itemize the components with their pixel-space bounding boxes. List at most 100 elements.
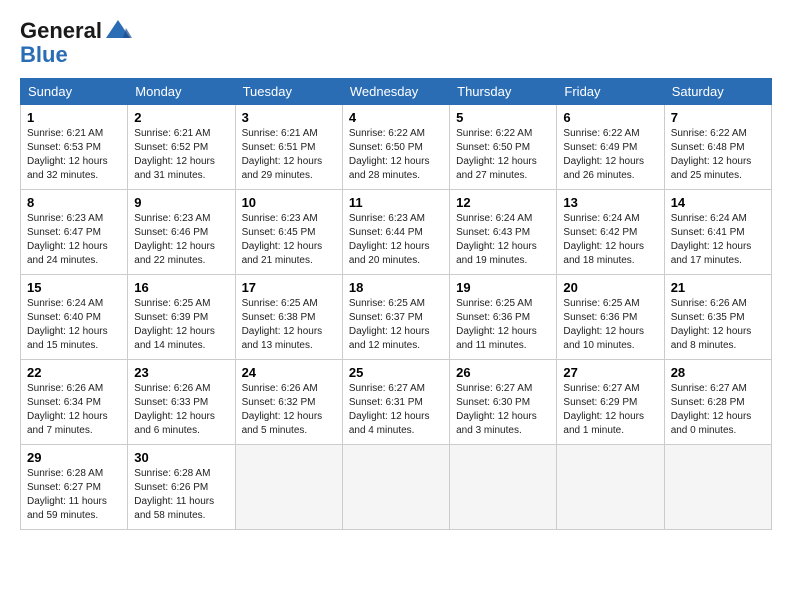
day-info: Sunrise: 6:23 AM Sunset: 6:47 PM Dayligh… bbox=[27, 212, 121, 268]
weekday-header-row: SundayMondayTuesdayWednesdayThursdayFrid… bbox=[21, 79, 772, 105]
day-number: 17 bbox=[242, 280, 336, 295]
day-info: Sunrise: 6:25 AM Sunset: 6:37 PM Dayligh… bbox=[349, 297, 443, 353]
day-number: 25 bbox=[349, 365, 443, 380]
day-info: Sunrise: 6:21 AM Sunset: 6:52 PM Dayligh… bbox=[134, 127, 228, 183]
weekday-header-wednesday: Wednesday bbox=[342, 79, 449, 105]
calendar-cell: 21Sunrise: 6:26 AM Sunset: 6:35 PM Dayli… bbox=[664, 275, 771, 360]
calendar-cell: 27Sunrise: 6:27 AM Sunset: 6:29 PM Dayli… bbox=[557, 360, 664, 445]
day-number: 22 bbox=[27, 365, 121, 380]
weekday-header-tuesday: Tuesday bbox=[235, 79, 342, 105]
calendar-week-row: 29 Sunrise: 6:28 AM Sunset: 6:27 PM Dayli… bbox=[21, 445, 772, 530]
day-number: 3 bbox=[242, 110, 336, 125]
day-info: Sunrise: 6:27 AM Sunset: 6:31 PM Dayligh… bbox=[349, 382, 443, 438]
calendar-cell: 9 Sunrise: 6:23 AM Sunset: 6:46 PM Daylig… bbox=[128, 190, 235, 275]
day-info: Sunrise: 6:24 AM Sunset: 6:42 PM Dayligh… bbox=[563, 212, 657, 268]
day-number: 13 bbox=[563, 195, 657, 210]
day-info: Sunrise: 6:27 AM Sunset: 6:28 PM Dayligh… bbox=[671, 382, 765, 438]
day-number: 8 bbox=[27, 195, 121, 210]
calendar-cell bbox=[664, 445, 771, 530]
day-number: 18 bbox=[349, 280, 443, 295]
calendar-cell bbox=[450, 445, 557, 530]
calendar-week-row: 15Sunrise: 6:24 AM Sunset: 6:40 PM Dayli… bbox=[21, 275, 772, 360]
day-info: Sunrise: 6:23 AM Sunset: 6:44 PM Dayligh… bbox=[349, 212, 443, 268]
calendar-cell: 1 Sunrise: 6:21 AM Sunset: 6:53 PM Daylig… bbox=[21, 105, 128, 190]
calendar-cell: 6 Sunrise: 6:22 AM Sunset: 6:49 PM Daylig… bbox=[557, 105, 664, 190]
calendar-cell: 2Sunrise: 6:21 AM Sunset: 6:52 PM Daylig… bbox=[128, 105, 235, 190]
day-info: Sunrise: 6:22 AM Sunset: 6:50 PM Dayligh… bbox=[456, 127, 550, 183]
calendar-cell: 26Sunrise: 6:27 AM Sunset: 6:30 PM Dayli… bbox=[450, 360, 557, 445]
day-number: 21 bbox=[671, 280, 765, 295]
calendar-cell: 15Sunrise: 6:24 AM Sunset: 6:40 PM Dayli… bbox=[21, 275, 128, 360]
calendar-cell: 12 Sunrise: 6:24 AM Sunset: 6:43 PM Dayli… bbox=[450, 190, 557, 275]
day-info: Sunrise: 6:22 AM Sunset: 6:49 PM Dayligh… bbox=[563, 127, 657, 183]
day-info: Sunrise: 6:27 AM Sunset: 6:30 PM Dayligh… bbox=[456, 382, 550, 438]
day-info: Sunrise: 6:25 AM Sunset: 6:36 PM Dayligh… bbox=[456, 297, 550, 353]
calendar-cell: 4Sunrise: 6:22 AM Sunset: 6:50 PM Daylig… bbox=[342, 105, 449, 190]
calendar-cell: 28 Sunrise: 6:27 AM Sunset: 6:28 PM Dayli… bbox=[664, 360, 771, 445]
weekday-header-friday: Friday bbox=[557, 79, 664, 105]
day-info: Sunrise: 6:22 AM Sunset: 6:48 PM Dayligh… bbox=[671, 127, 765, 183]
day-info: Sunrise: 6:24 AM Sunset: 6:43 PM Dayligh… bbox=[456, 212, 550, 268]
calendar-cell bbox=[557, 445, 664, 530]
day-number: 28 bbox=[671, 365, 765, 380]
day-info: Sunrise: 6:26 AM Sunset: 6:33 PM Dayligh… bbox=[134, 382, 228, 438]
page: General Blue SundayMondayTuesdayWednesda… bbox=[0, 0, 792, 612]
calendar-week-row: 22Sunrise: 6:26 AM Sunset: 6:34 PM Dayli… bbox=[21, 360, 772, 445]
day-number: 11 bbox=[349, 195, 443, 210]
day-number: 29 bbox=[27, 450, 121, 465]
day-number: 4 bbox=[349, 110, 443, 125]
day-number: 12 bbox=[456, 195, 550, 210]
logo: General Blue bbox=[20, 16, 132, 68]
calendar-cell: 22Sunrise: 6:26 AM Sunset: 6:34 PM Dayli… bbox=[21, 360, 128, 445]
calendar-cell: 7Sunrise: 6:22 AM Sunset: 6:48 PM Daylig… bbox=[664, 105, 771, 190]
calendar-cell: 23 Sunrise: 6:26 AM Sunset: 6:33 PM Dayli… bbox=[128, 360, 235, 445]
day-number: 6 bbox=[563, 110, 657, 125]
day-number: 30 bbox=[134, 450, 228, 465]
day-info: Sunrise: 6:23 AM Sunset: 6:46 PM Dayligh… bbox=[134, 212, 228, 268]
day-info: Sunrise: 6:21 AM Sunset: 6:53 PM Dayligh… bbox=[27, 127, 121, 183]
calendar-cell: 5 Sunrise: 6:22 AM Sunset: 6:50 PM Daylig… bbox=[450, 105, 557, 190]
day-number: 5 bbox=[456, 110, 550, 125]
day-info: Sunrise: 6:23 AM Sunset: 6:45 PM Dayligh… bbox=[242, 212, 336, 268]
day-info: Sunrise: 6:25 AM Sunset: 6:38 PM Dayligh… bbox=[242, 297, 336, 353]
calendar-cell: 8 Sunrise: 6:23 AM Sunset: 6:47 PM Daylig… bbox=[21, 190, 128, 275]
logo-icon bbox=[104, 18, 132, 46]
day-info: Sunrise: 6:28 AM Sunset: 6:27 PM Dayligh… bbox=[27, 467, 121, 523]
calendar-cell: 10 Sunrise: 6:23 AM Sunset: 6:45 PM Dayli… bbox=[235, 190, 342, 275]
day-number: 19 bbox=[456, 280, 550, 295]
calendar-cell bbox=[342, 445, 449, 530]
weekday-header-sunday: Sunday bbox=[21, 79, 128, 105]
calendar-cell: 20 Sunrise: 6:25 AM Sunset: 6:36 PM Dayli… bbox=[557, 275, 664, 360]
calendar-cell: 14 Sunrise: 6:24 AM Sunset: 6:41 PM Dayli… bbox=[664, 190, 771, 275]
day-info: Sunrise: 6:28 AM Sunset: 6:26 PM Dayligh… bbox=[134, 467, 228, 523]
calendar-cell: 18 Sunrise: 6:25 AM Sunset: 6:37 PM Dayli… bbox=[342, 275, 449, 360]
calendar-cell: 19 Sunrise: 6:25 AM Sunset: 6:36 PM Dayli… bbox=[450, 275, 557, 360]
day-number: 14 bbox=[671, 195, 765, 210]
calendar-cell: 24 Sunrise: 6:26 AM Sunset: 6:32 PM Dayli… bbox=[235, 360, 342, 445]
day-info: Sunrise: 6:25 AM Sunset: 6:36 PM Dayligh… bbox=[563, 297, 657, 353]
calendar-cell: 16 Sunrise: 6:25 AM Sunset: 6:39 PM Dayli… bbox=[128, 275, 235, 360]
calendar-cell bbox=[235, 445, 342, 530]
day-number: 27 bbox=[563, 365, 657, 380]
weekday-header-saturday: Saturday bbox=[664, 79, 771, 105]
day-number: 23 bbox=[134, 365, 228, 380]
day-info: Sunrise: 6:24 AM Sunset: 6:40 PM Dayligh… bbox=[27, 297, 121, 353]
day-number: 10 bbox=[242, 195, 336, 210]
calendar-cell: 13 Sunrise: 6:24 AM Sunset: 6:42 PM Dayli… bbox=[557, 190, 664, 275]
calendar-table: SundayMondayTuesdayWednesdayThursdayFrid… bbox=[20, 78, 772, 530]
calendar-cell: 17 Sunrise: 6:25 AM Sunset: 6:38 PM Dayli… bbox=[235, 275, 342, 360]
weekday-header-thursday: Thursday bbox=[450, 79, 557, 105]
day-number: 24 bbox=[242, 365, 336, 380]
calendar-cell: 29 Sunrise: 6:28 AM Sunset: 6:27 PM Dayli… bbox=[21, 445, 128, 530]
calendar-week-row: 8 Sunrise: 6:23 AM Sunset: 6:47 PM Daylig… bbox=[21, 190, 772, 275]
calendar-cell: 11 Sunrise: 6:23 AM Sunset: 6:44 PM Dayli… bbox=[342, 190, 449, 275]
day-info: Sunrise: 6:26 AM Sunset: 6:32 PM Dayligh… bbox=[242, 382, 336, 438]
day-number: 16 bbox=[134, 280, 228, 295]
day-number: 9 bbox=[134, 195, 228, 210]
day-number: 1 bbox=[27, 110, 121, 125]
calendar-cell: 25 Sunrise: 6:27 AM Sunset: 6:31 PM Dayli… bbox=[342, 360, 449, 445]
day-info: Sunrise: 6:25 AM Sunset: 6:39 PM Dayligh… bbox=[134, 297, 228, 353]
day-info: Sunrise: 6:24 AM Sunset: 6:41 PM Dayligh… bbox=[671, 212, 765, 268]
day-number: 20 bbox=[563, 280, 657, 295]
calendar-week-row: 1 Sunrise: 6:21 AM Sunset: 6:53 PM Daylig… bbox=[21, 105, 772, 190]
